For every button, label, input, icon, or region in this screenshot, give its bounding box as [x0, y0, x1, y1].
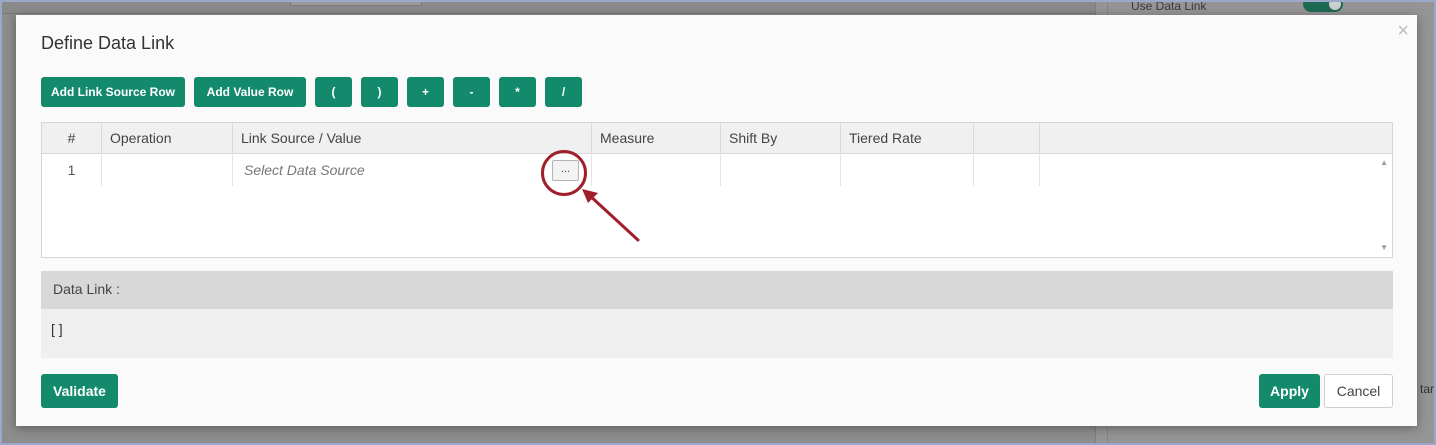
background-input	[290, 0, 422, 6]
plus-button[interactable]: +	[407, 77, 444, 107]
define-data-link-dialog: Define Data Link × Add Link Source Row A…	[16, 15, 1417, 426]
validate-button[interactable]: Validate	[41, 374, 118, 408]
data-link-expression: [ ]	[41, 309, 1393, 358]
close-icon[interactable]: ×	[1397, 21, 1409, 41]
link-source-cell[interactable]: Select Data Source	[233, 155, 592, 186]
grid-header: # Operation Link Source / Value Measure …	[42, 123, 1392, 154]
annotation-arrow-icon	[582, 189, 640, 242]
column-header-operation[interactable]: Operation	[102, 123, 233, 154]
data-link-grid: # Operation Link Source / Value Measure …	[41, 122, 1393, 258]
dialog-title: Define Data Link	[41, 33, 175, 53]
apply-button[interactable]: Apply	[1259, 374, 1320, 408]
actions-cell	[974, 155, 1040, 186]
background-clipped-text: tary	[1420, 382, 1436, 396]
column-header-shift-by[interactable]: Shift By	[721, 123, 841, 154]
background-toolbar	[0, 0, 1100, 14]
column-header-link-source[interactable]: Link Source / Value	[233, 123, 592, 154]
row-index: 1	[42, 155, 102, 186]
cancel-button[interactable]: Cancel	[1324, 374, 1393, 408]
add-link-source-row-button[interactable]: Add Link Source Row	[41, 77, 185, 107]
column-header-actions	[974, 123, 1040, 154]
select-data-source-placeholder[interactable]: Select Data Source	[241, 162, 365, 178]
use-data-link-label: Use Data Link	[1131, 0, 1207, 13]
minus-button[interactable]: -	[453, 77, 490, 107]
operation-cell[interactable]	[102, 155, 233, 186]
divide-button[interactable]: /	[545, 77, 582, 107]
add-value-row-button[interactable]: Add Value Row	[194, 77, 306, 107]
column-header-tiered-rate[interactable]: Tiered Rate	[841, 123, 974, 154]
data-link-label: Data Link :	[41, 271, 1393, 309]
shift-by-cell[interactable]	[721, 155, 841, 186]
column-header-measure[interactable]: Measure	[592, 123, 721, 154]
tiered-rate-cell[interactable]	[841, 155, 974, 186]
toolbar: Add Link Source Row Add Value Row ( ) + …	[41, 77, 582, 107]
scroll-down-arrow-icon[interactable]: ▼	[1380, 243, 1388, 252]
close-paren-button[interactable]: )	[361, 77, 398, 107]
scroll-up-arrow-icon[interactable]: ▲	[1380, 158, 1388, 167]
column-header-index[interactable]: #	[42, 123, 102, 154]
multiply-button[interactable]: *	[499, 77, 536, 107]
use-data-link-toggle	[1303, 0, 1343, 12]
open-paren-button[interactable]: (	[315, 77, 352, 107]
